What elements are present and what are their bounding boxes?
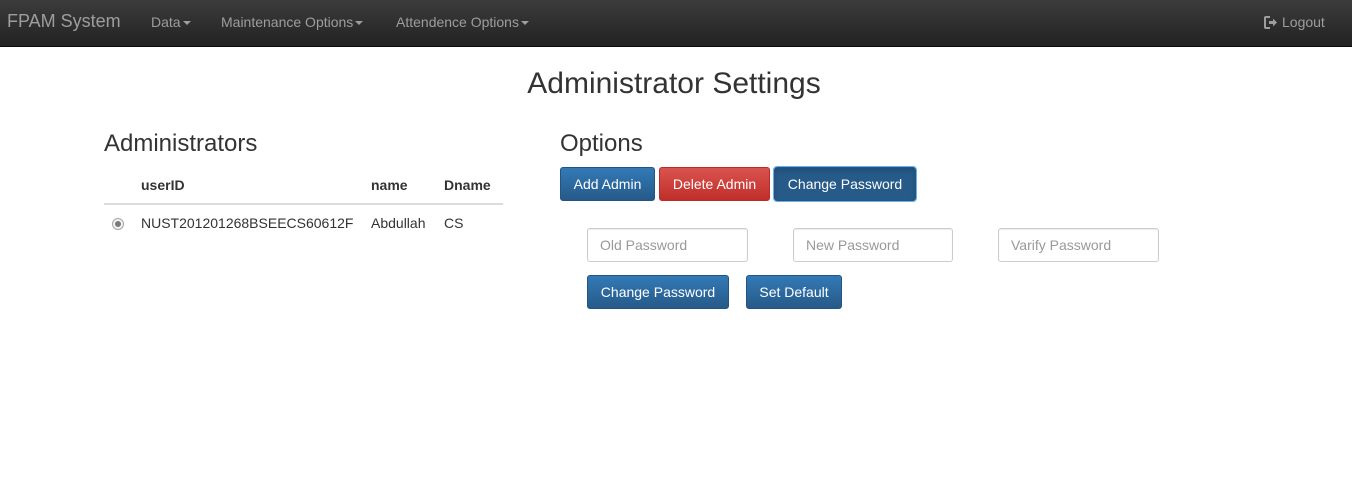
row-select-cell[interactable] bbox=[104, 204, 133, 241]
logout-icon bbox=[1264, 16, 1278, 32]
select-column-header bbox=[104, 166, 133, 205]
logout-label: Logout bbox=[1282, 14, 1325, 30]
column-header-dname: Dname bbox=[436, 166, 503, 205]
table-row[interactable]: NUST201201268BSEECS60612F Abdullah CS bbox=[104, 204, 503, 241]
administrators-heading: Administrators bbox=[104, 130, 258, 157]
cell-userid: NUST201201268BSEECS60612F bbox=[141, 215, 354, 231]
menu-attendence-options[interactable]: Attendence Options bbox=[396, 14, 529, 30]
administrators-table: userID name Dname NUST201201268BSEECS606… bbox=[104, 166, 503, 241]
menu-data[interactable]: Data bbox=[151, 14, 191, 30]
brand-link[interactable]: FPAM System bbox=[7, 11, 121, 32]
delete-admin-button[interactable]: Delete Admin bbox=[659, 167, 770, 201]
caret-down-icon bbox=[182, 21, 191, 26]
top-navbar: FPAM System Data Maintenance Options Att… bbox=[0, 0, 1352, 47]
caret-down-icon bbox=[520, 21, 529, 26]
table-header-row: userID name Dname bbox=[104, 166, 503, 205]
column-header-name: name bbox=[363, 166, 436, 205]
cell-dname: CS bbox=[444, 215, 464, 231]
old-password-field[interactable] bbox=[587, 228, 748, 262]
admin-select-radio[interactable] bbox=[112, 218, 124, 231]
menu-data-label: Data bbox=[151, 14, 181, 30]
change-password-submit-button[interactable]: Change Password bbox=[587, 275, 729, 309]
menu-maintenance-label: Maintenance Options bbox=[221, 14, 354, 30]
set-default-button[interactable]: Set Default bbox=[746, 275, 842, 309]
column-header-userid: userID bbox=[133, 166, 363, 205]
menu-maintenance-options[interactable]: Maintenance Options bbox=[221, 14, 364, 30]
verify-password-field[interactable] bbox=[998, 228, 1159, 262]
logout-link[interactable]: Logout bbox=[1264, 14, 1325, 32]
caret-down-icon bbox=[355, 21, 364, 26]
options-heading: Options bbox=[560, 130, 643, 157]
cell-name: Abdullah bbox=[371, 215, 426, 231]
new-password-field[interactable] bbox=[793, 228, 953, 262]
add-admin-button[interactable]: Add Admin bbox=[560, 167, 655, 201]
change-password-toggle-button[interactable]: Change Password bbox=[773, 166, 917, 202]
page-title: Administrator Settings bbox=[527, 67, 821, 100]
menu-attendence-label: Attendence Options bbox=[396, 14, 519, 30]
